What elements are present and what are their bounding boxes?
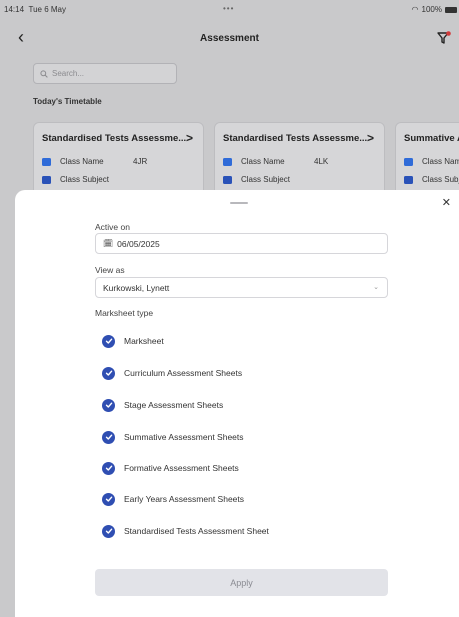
option-label: Marksheet xyxy=(124,336,164,346)
class-name-row: Class Name 4JR xyxy=(42,157,147,166)
filter-sheet: ✕ Active on 🗓 06/05/2025 View as Kurkows… xyxy=(15,190,459,617)
class-subject-row: Class Subject xyxy=(223,175,290,184)
view-as-value: Kurkowski, Lynett xyxy=(103,282,170,293)
option-formative-assessment-sheets[interactable]: Formative Assessment Sheets xyxy=(102,461,239,475)
checkmark-icon[interactable] xyxy=(102,398,115,412)
battery-percent: 100% xyxy=(421,5,442,14)
sheet-grabber[interactable] xyxy=(230,202,248,204)
multitask-dots-icon[interactable]: ••• xyxy=(223,4,234,13)
checkmark-icon[interactable] xyxy=(102,334,115,348)
class-name-value: 4LK xyxy=(314,157,329,166)
search-placeholder: Search... xyxy=(52,69,85,78)
class-icon xyxy=(223,157,232,166)
checkmark-icon[interactable] xyxy=(102,430,115,444)
class-name-row: Class Name 4LK xyxy=(223,157,328,166)
class-subject-label: Class Subject xyxy=(60,175,109,184)
class-icon xyxy=(42,157,51,166)
chevron-right-icon: > xyxy=(366,131,374,145)
active-on-label: Active on xyxy=(95,222,130,232)
option-curriculum-assessment-sheets[interactable]: Curriculum Assessment Sheets xyxy=(102,366,242,380)
class-name-label: Class Name xyxy=(241,157,285,166)
class-subject-label: Class Subject xyxy=(241,175,290,184)
option-summative-assessment-sheets[interactable]: Summative Assessment Sheets xyxy=(102,430,244,444)
view-as-select[interactable]: Kurkowski, Lynett ⌄ xyxy=(95,277,388,298)
option-label: Early Years Assessment Sheets xyxy=(124,494,245,504)
checkmark-icon[interactable] xyxy=(102,492,115,506)
option-label: Curriculum Assessment Sheets xyxy=(124,368,243,378)
nav-bar: ‹ Assessment xyxy=(0,20,459,56)
card-title: Summative A xyxy=(404,133,459,144)
class-name-label: Class Name xyxy=(60,157,104,166)
wifi-icon: ◠ xyxy=(411,5,419,14)
view-as-label: View as xyxy=(95,265,125,275)
option-stage-assessment-sheets[interactable]: Stage Assessment Sheets xyxy=(102,398,223,412)
chevron-down-icon: ⌄ xyxy=(373,284,379,291)
checkmark-icon[interactable] xyxy=(102,461,115,475)
checkmark-icon[interactable] xyxy=(102,366,115,380)
option-standardised-tests-assessment-sheet[interactable]: Standardised Tests Assessment Sheet xyxy=(102,524,269,538)
class-subject-row: Class Subj xyxy=(404,175,459,184)
active-on-date-field[interactable]: 🗓 06/05/2025 xyxy=(95,233,388,254)
status-bar: 14:14 Tue 6 May ••• ◠ 100% xyxy=(0,0,459,20)
search-input[interactable]: Search... xyxy=(33,63,177,84)
battery-icon xyxy=(445,6,457,13)
search-icon xyxy=(40,69,48,78)
subject-icon xyxy=(223,175,232,184)
card-title: Standardised Tests Assessme... xyxy=(223,133,368,144)
option-label: Stage Assessment Sheets xyxy=(124,400,224,410)
option-marksheet[interactable]: Marksheet xyxy=(102,334,164,348)
close-icon[interactable]: ✕ xyxy=(442,197,451,209)
subject-icon xyxy=(404,175,413,184)
option-label: Formative Assessment Sheets xyxy=(124,463,239,473)
class-name-row: Class Nam xyxy=(404,157,459,166)
class-icon xyxy=(404,157,413,166)
calendar-icon: 🗓 xyxy=(103,239,114,248)
status-right: ◠ 100% xyxy=(412,5,457,14)
page-title: Assessment xyxy=(200,33,259,44)
status-time: 14:14 Tue 6 May xyxy=(4,5,66,14)
class-subject-label: Class Subj xyxy=(422,175,459,184)
chevron-right-icon: > xyxy=(185,131,193,145)
apply-button[interactable]: Apply xyxy=(95,569,388,596)
option-label: Summative Assessment Sheets xyxy=(124,432,244,442)
class-name-label: Class Nam xyxy=(422,157,459,166)
option-early-years-assessment-sheets[interactable]: Early Years Assessment Sheets xyxy=(102,492,244,506)
subject-icon xyxy=(42,175,51,184)
checkmark-icon[interactable] xyxy=(102,524,115,538)
card-title: Standardised Tests Assessme... xyxy=(42,133,187,144)
class-subject-row: Class Subject xyxy=(42,175,109,184)
class-name-value: 4JR xyxy=(133,157,148,166)
option-label: Standardised Tests Assessment Sheet xyxy=(124,526,269,536)
marksheet-type-label: Marksheet type xyxy=(95,308,154,318)
filter-icon[interactable] xyxy=(437,31,451,45)
timetable-section-title: Today's Timetable xyxy=(33,97,102,106)
active-on-value: 06/05/2025 xyxy=(117,238,160,249)
